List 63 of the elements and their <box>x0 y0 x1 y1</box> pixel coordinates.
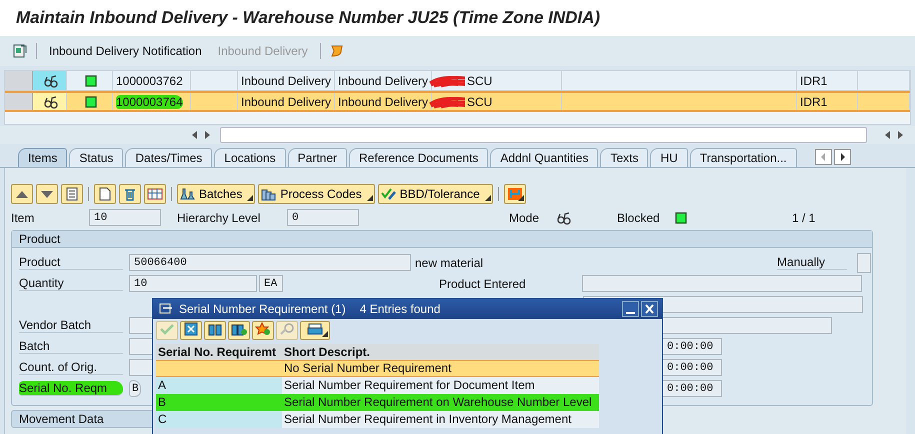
table-cell: Inbound Delivery <box>338 74 428 88</box>
table-cell: IDR1 <box>800 94 828 108</box>
table-cell: Inbound Delivery <box>338 94 428 108</box>
field-label: Quantity <box>19 276 123 291</box>
field-label: Vendor Batch <box>19 318 123 333</box>
field-label: Product Entered <box>439 276 527 290</box>
tab[interactable]: Addnl Quantities <box>490 148 598 167</box>
field-label: Serial No. Reqm <box>19 381 123 396</box>
entry-count: 4 Entries found <box>360 302 440 316</box>
dialog-title: Serial Number Requirement (1) <box>179 302 346 316</box>
table-cell: SCU <box>467 74 492 88</box>
tab[interactable]: Reference Documents <box>349 148 488 167</box>
table-cell: SCU <box>467 94 492 108</box>
table-cell-text: Serial Number Requirement for Document Item <box>283 377 536 394</box>
table-cell: C <box>156 411 282 428</box>
hierarchy-field[interactable]: 0 <box>287 209 359 226</box>
window-title: Maintain Inbound Delivery - Warehouse Number JU25 (Time Zone INDIA) <box>0 0 915 36</box>
tab[interactable]: Transportation... <box>690 148 797 167</box>
field-label: Item <box>11 210 36 224</box>
field-label: Batch <box>19 339 123 354</box>
group-title: Product <box>12 231 872 248</box>
product-field[interactable]: 50066400 <box>129 254 411 271</box>
table-cell: IDR1 <box>800 74 828 88</box>
tab[interactable]: Locations <box>214 148 286 167</box>
field-label: Mode <box>509 210 540 224</box>
quantity-field[interactable]: 10 <box>129 275 257 292</box>
tab[interactable]: Items <box>18 148 68 167</box>
field-label: Manually <box>777 255 848 270</box>
time-field[interactable]: 0:00:00 <box>662 380 722 397</box>
table-cell: B <box>156 394 282 411</box>
table-cell: Inbound Delivery <box>241 74 332 88</box>
dropdown-button[interactable]: Batches <box>177 184 256 204</box>
table-cell: A <box>156 377 282 394</box>
table-cell-text: No Serial Number Requirement <box>283 361 452 376</box>
list-row[interactable]: A Serial Number Requirement for Document Item <box>156 377 599 394</box>
time-field[interactable]: 0:00:00 <box>662 338 722 355</box>
field-label: Blocked <box>617 210 661 224</box>
toolbar-button[interactable]: Inbound Delivery Notification <box>45 44 206 58</box>
time-field[interactable]: 0:00:00 <box>662 359 722 376</box>
list-row[interactable]: No Serial Number Requirement <box>156 360 599 377</box>
product-description: new material <box>415 256 484 270</box>
position-counter: 1 / 1 <box>792 210 816 224</box>
delivery-number[interactable]: 1000003764 <box>116 94 183 108</box>
field-label: Product <box>19 255 123 270</box>
list-row[interactable]: B Serial Number Requirement on Warehouse Number Level <box>156 394 599 411</box>
delivery-number[interactable]: 1000003762 <box>116 74 183 88</box>
field-label: Hierarchy Level <box>177 210 262 224</box>
dropdown-button[interactable]: Process Codes <box>258 184 375 204</box>
table-cell: Inbound Delivery <box>241 94 332 108</box>
tab[interactable]: Dates/Times <box>125 148 212 167</box>
serial-field[interactable]: B <box>129 380 141 397</box>
unit-field[interactable]: EA <box>259 275 283 292</box>
tab[interactable]: Status <box>69 148 124 167</box>
field-label: Count. of Orig. <box>19 360 123 375</box>
item-field[interactable]: 10 <box>89 209 161 226</box>
column-header[interactable]: Serial No. Requiremt <box>156 344 282 360</box>
tab[interactable]: HU <box>650 148 688 167</box>
column-header[interactable]: Short Descript. <box>282 344 599 360</box>
tab[interactable]: Partner <box>288 148 348 167</box>
tab[interactable]: Texts <box>600 148 648 167</box>
list-row[interactable]: C Serial Number Requirement in Inventory Management <box>156 411 599 428</box>
dropdown-button[interactable]: BBD/Tolerance <box>378 184 493 204</box>
table-cell: Serial Number Requirement on Warehouse Number Level <box>282 394 599 411</box>
